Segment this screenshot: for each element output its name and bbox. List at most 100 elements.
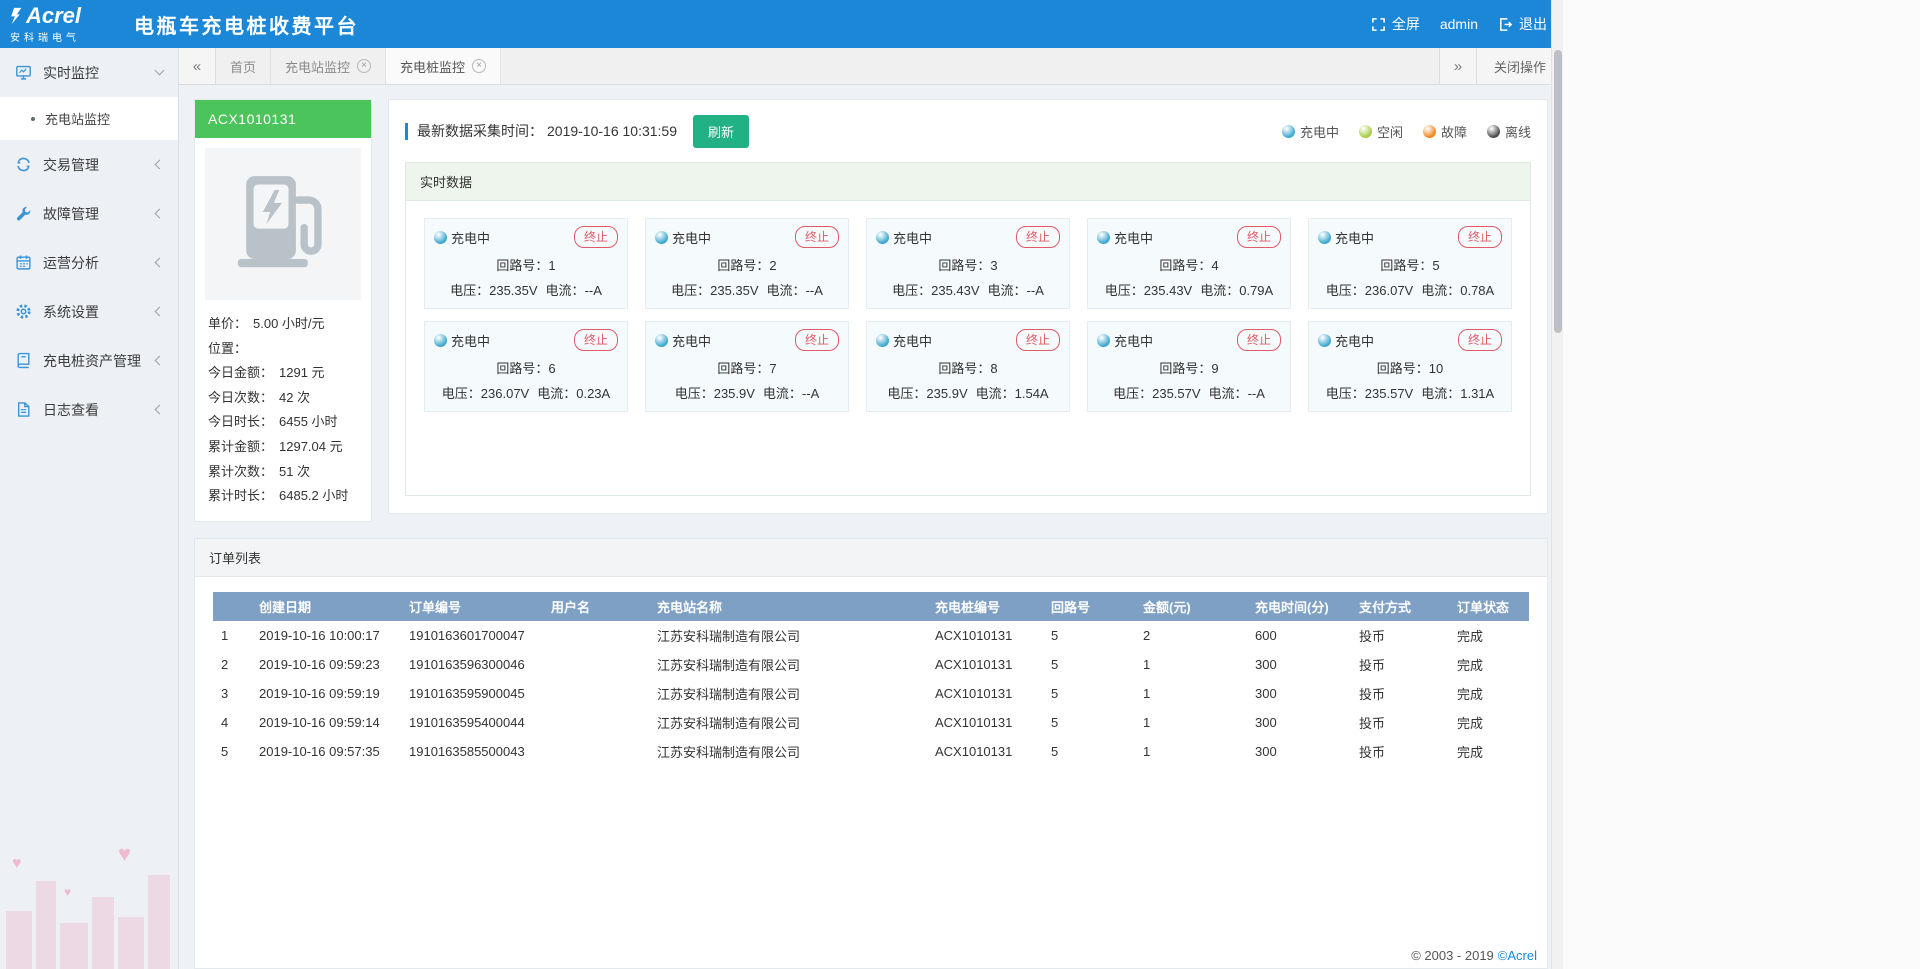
voltage-value: 235.43V [1144,283,1192,298]
legend-label: 空闲 [1377,122,1403,141]
legend-item: 故障 [1423,122,1467,141]
sidebar-item-settings[interactable]: 系统设置 [0,287,178,336]
channel-status: 充电中 [434,331,490,350]
channel-status: 充电中 [876,331,932,350]
tab-home[interactable]: 首页 [216,48,271,84]
cell-pile: ACX1010131 [927,737,1043,766]
column-header: 充电桩编号 [927,592,1043,621]
close-operations-button[interactable]: 关闭操作 [1476,48,1563,84]
cell-amount: 1 [1135,708,1247,737]
cell-status: 完成 [1449,621,1529,650]
scrollbar[interactable] [1551,0,1563,969]
cell-duration: 300 [1247,679,1351,708]
sidebar-item-assets[interactable]: 充电桩资产管理 [0,336,178,385]
channel-status: 充电中 [1097,331,1153,350]
logout-button[interactable]: 退出 [1498,14,1547,34]
sidebar-item-logs[interactable]: 日志查看 [0,385,178,434]
status-legend: 充电中 空闲 故 [1282,122,1531,141]
cell-loop: 5 [1043,737,1135,766]
current-value: --A [806,283,823,298]
channel-grid: 充电中 终止 回路号：1 [424,218,1512,412]
voltage-value: 235.43V [931,283,979,298]
realtime-data-panel: 实时数据 充电中 [405,162,1531,496]
legend-item: 离线 [1487,122,1531,141]
stop-button[interactable]: 终止 [1237,329,1281,351]
refresh-button[interactable]: 刷新 [693,115,749,148]
channel-loop: 回路号：1 [434,255,618,274]
sidebar-item-faults[interactable]: 故障管理 [0,189,178,238]
stat-value: 6455 小时 [279,410,338,435]
sidebar-item-transactions[interactable]: 交易管理 [0,140,178,189]
charging-status-icon [434,334,447,347]
stop-button[interactable]: 终止 [1458,329,1502,351]
cell-order-no: 1910163596300046 [401,650,543,679]
cell-created: 2019-10-16 09:57:35 [251,737,401,766]
table-row: 1 2019-10-16 10:00:17 1910163601700047 江… [213,621,1529,650]
chevron-left-icon [155,258,165,268]
heart-icon: ♥ [12,855,22,873]
user-menu[interactable]: admin [1440,16,1478,32]
sidebar-item-analysis[interactable]: 运营分析 [0,238,178,287]
acrel-link[interactable]: ©Acrel [1498,948,1537,963]
legend-label: 故障 [1441,122,1467,141]
charging-status-icon [434,231,447,244]
heart-icon: ♥ [118,841,131,867]
channel-status: 充电中 [1318,331,1374,350]
scrollbar-thumb[interactable] [1554,50,1562,333]
stat-value: 1291 元 [279,361,325,386]
stop-button[interactable]: 终止 [1016,329,1060,351]
tabs-scroll-right-button[interactable]: » [1439,48,1476,84]
sidebar-item-station-monitor[interactable]: 充电站监控 [0,97,178,140]
cell-duration: 300 [1247,708,1351,737]
device-stats: 单价： 5.00 小时/元 位置： 今日金额： [195,310,371,521]
stop-button[interactable]: 终止 [574,329,618,351]
column-header [213,592,251,621]
stop-button[interactable]: 终止 [1237,226,1281,248]
stop-button[interactable]: 终止 [574,226,618,248]
stop-button[interactable]: 终止 [795,226,839,248]
cell-station: 江苏安科瑞制造有限公司 [649,621,927,650]
page-title: 电瓶车充电桩收费平台 [134,10,359,39]
tab-close-icon[interactable]: × [357,59,371,73]
cell-station: 江苏安科瑞制造有限公司 [649,708,927,737]
cell-pay-method: 投币 [1351,708,1449,737]
fullscreen-icon [1371,17,1386,32]
tabs-scroll-left-button[interactable]: « [179,48,216,84]
sidebar-item-realtime-monitor[interactable]: 实时监控 [0,48,178,97]
loop-number: 7 [769,361,776,376]
tab-station-monitor[interactable]: 充电站监控 × [271,48,386,84]
stat-label: 单价： [208,312,247,337]
app-window: Acrel 安科瑞电气 电瓶车充电桩收费平台 全屏 admin 退出 [0,0,1563,969]
document-icon [15,401,32,418]
voltage-value: 235.9V [714,386,755,401]
tab-pile-monitor[interactable]: 充电桩监控 × [386,48,501,84]
stop-button[interactable]: 终止 [795,329,839,351]
tab-close-icon[interactable]: × [472,59,486,73]
cell-status: 完成 [1449,708,1529,737]
stop-button[interactable]: 终止 [1458,226,1502,248]
cell-status: 完成 [1449,679,1529,708]
stop-button[interactable]: 终止 [1016,226,1060,248]
app-header: Acrel 安科瑞电气 电瓶车充电桩收费平台 全屏 admin 退出 [0,0,1563,48]
voltage-value: 236.07V [1365,283,1413,298]
stat-label: 位置： [208,337,247,362]
cell-duration: 300 [1247,737,1351,766]
channel-card: 充电中 终止 回路号：3 [866,218,1070,309]
chevron-left-icon [155,307,165,317]
charging-status-icon [876,334,889,347]
cell-pile: ACX1010131 [927,650,1043,679]
chevron-left-icon [155,405,165,415]
wrench-icon [15,205,32,222]
loop-number: 1 [548,258,555,273]
cell-amount: 1 [1135,679,1247,708]
charging-status-icon [655,334,668,347]
collect-time-label: 最新数据采集时间： [417,121,543,141]
cell-status: 完成 [1449,737,1529,766]
column-header: 支付方式 [1351,592,1449,621]
channel-status: 充电中 [1097,228,1153,247]
fullscreen-button[interactable]: 全屏 [1371,14,1420,34]
tab-bar: « 首页 充电站监控 × 充电桩监控 × » 关闭操作 [179,48,1563,85]
username: admin [1440,16,1478,32]
charging-pile-icon [237,170,329,278]
cell-amount: 1 [1135,737,1247,766]
